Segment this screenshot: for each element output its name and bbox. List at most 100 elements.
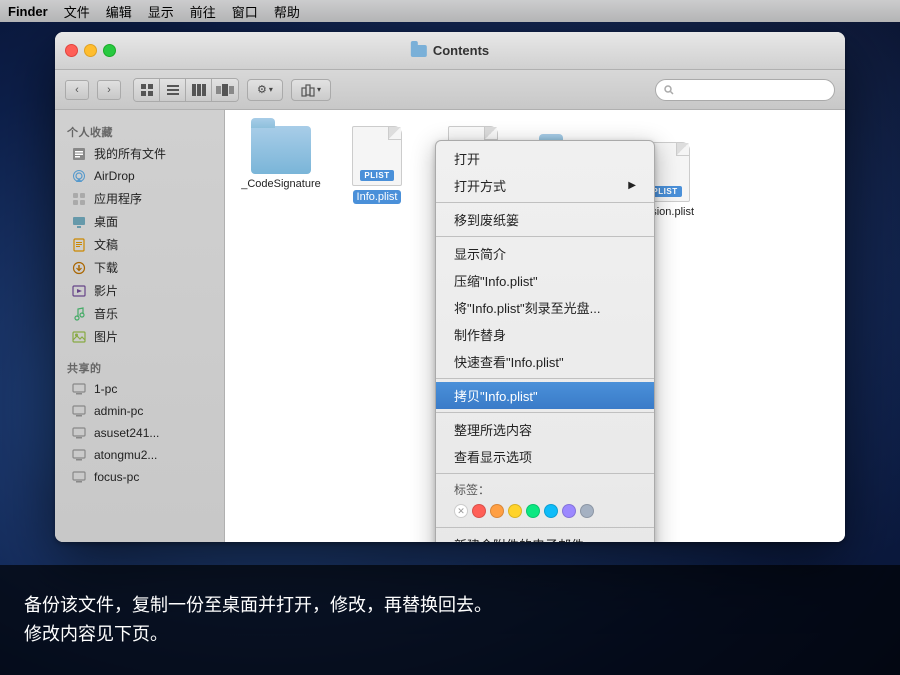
instruction-line1: 备份该文件，复制一份至桌面并打开，修改，再替换回去。	[24, 591, 492, 620]
view-coverflow-button[interactable]	[212, 79, 238, 101]
view-column-button[interactable]	[186, 79, 212, 101]
cm-display-opts[interactable]: 查看显示选项	[436, 443, 654, 470]
color-dot-yellow[interactable]	[508, 504, 522, 518]
menubar-edit[interactable]: 编辑	[106, 2, 132, 21]
menubar-view[interactable]: 显示	[148, 2, 174, 21]
action-arrow-icon: ▾	[269, 85, 273, 94]
sidebar-item-applications[interactable]: 应用程序	[59, 187, 220, 210]
cm-email[interactable]: 新建含附件的电子邮件	[436, 531, 654, 542]
color-dot-orange[interactable]	[490, 504, 504, 518]
downloads-icon	[71, 260, 87, 276]
file-item-code-signature[interactable]: _CodeSignature	[241, 126, 321, 218]
sidebar-label-downloads: 下载	[94, 259, 118, 276]
back-button[interactable]: ‹	[65, 80, 89, 100]
sidebar-item-focuspc[interactable]: focus-pc	[59, 466, 220, 488]
desktop-icon	[71, 214, 87, 230]
view-icon-button[interactable]	[134, 79, 160, 101]
menubar-file[interactable]: 文件	[64, 2, 90, 21]
close-button[interactable]	[65, 44, 78, 57]
color-dot-red[interactable]	[472, 504, 486, 518]
share-button[interactable]: ▾	[291, 79, 331, 101]
search-icon	[664, 85, 674, 95]
content-area: 个人收藏 我的所有文件 AirDrop	[55, 110, 845, 542]
view-controls	[133, 78, 239, 102]
cm-quicklook[interactable]: 快速查看"Info.plist"	[436, 348, 654, 375]
cm-sep-4	[436, 412, 654, 413]
traffic-lights	[65, 44, 116, 57]
sidebar-label-movies: 影片	[94, 282, 118, 299]
context-menu: 打开 打开方式 ▶ 移到废纸篓 显示简介 压缩"Info.plist"	[435, 140, 655, 542]
sidebar-item-pictures[interactable]: 图片	[59, 325, 220, 348]
sidebar-label-all-files: 我的所有文件	[94, 145, 166, 162]
sidebar-label-atongmu: atongmu2...	[94, 448, 157, 462]
cm-color-dots: ✕	[436, 500, 654, 524]
cm-copy[interactable]: 拷贝"Info.plist"	[436, 382, 654, 409]
color-dot-purple[interactable]	[562, 504, 576, 518]
sidebar-item-movies[interactable]: 影片	[59, 279, 220, 302]
airdrop-icon	[71, 168, 87, 184]
sidebar-item-adminpc[interactable]: admin-pc	[59, 400, 220, 422]
menubar-finder[interactable]: Finder	[8, 4, 48, 19]
cm-alias[interactable]: 制作替身	[436, 321, 654, 348]
cm-open-with[interactable]: 打开方式 ▶	[436, 172, 654, 199]
computer-icon-asuset	[71, 425, 87, 441]
sidebar-label-1pc: 1-pc	[94, 382, 117, 396]
sidebar-item-airdrop[interactable]: AirDrop	[59, 165, 220, 187]
sidebar-label-music: 音乐	[94, 305, 118, 322]
cm-trash[interactable]: 移到废纸篓	[436, 206, 654, 233]
color-dot-none[interactable]: ✕	[454, 504, 468, 518]
sidebar-item-all-files[interactable]: 我的所有文件	[59, 142, 220, 165]
cm-info[interactable]: 显示简介	[436, 240, 654, 267]
documents-icon	[71, 237, 87, 253]
menubar-window[interactable]: 窗口	[232, 2, 258, 21]
cm-arrange[interactable]: 整理所选内容	[436, 416, 654, 443]
fullscreen-button[interactable]	[103, 44, 116, 57]
forward-button[interactable]: ›	[97, 80, 121, 100]
menubar-go[interactable]: 前往	[190, 2, 216, 21]
file-item-info-plist[interactable]: PLIST Info.plist	[337, 126, 417, 218]
sidebar-item-downloads[interactable]: 下载	[59, 256, 220, 279]
minimize-button[interactable]	[84, 44, 97, 57]
sidebar-item-asuset[interactable]: asuset241...	[59, 422, 220, 444]
color-dot-blue[interactable]	[544, 504, 558, 518]
sidebar-item-atongmu[interactable]: atongmu2...	[59, 444, 220, 466]
action-button[interactable]: ⚙ ▾	[247, 79, 283, 101]
favorites-section-title: 个人收藏	[55, 118, 224, 142]
shared-section-title: 共享的	[55, 354, 224, 378]
title-bar: Contents	[55, 32, 845, 70]
cm-sep-1	[436, 202, 654, 203]
sidebar-item-desktop[interactable]: 桌面	[59, 210, 220, 233]
computer-icon-atongmu	[71, 447, 87, 463]
sidebar-item-documents[interactable]: 文稿	[59, 233, 220, 256]
cm-sep-2	[436, 236, 654, 237]
cm-open[interactable]: 打开	[436, 145, 654, 172]
cm-sep-5	[436, 473, 654, 474]
music-icon	[71, 306, 87, 322]
sidebar-label-focuspc: focus-pc	[94, 470, 139, 484]
sidebar: 个人收藏 我的所有文件 AirDrop	[55, 110, 225, 542]
sidebar-label-desktop: 桌面	[94, 213, 118, 230]
cm-burn[interactable]: 将"Info.plist"刻录至光盘...	[436, 294, 654, 321]
search-box[interactable]	[655, 79, 835, 101]
sidebar-item-1pc[interactable]: 1-pc	[59, 378, 220, 400]
menubar-help[interactable]: 帮助	[274, 2, 300, 21]
file-label-info-plist: Info.plist	[353, 190, 402, 204]
cm-sep-6	[436, 527, 654, 528]
file-area: _CodeSignature PLIST Info.plist PkgInfo	[225, 110, 845, 542]
file-label-code-signature: _CodeSignature	[241, 178, 321, 190]
view-list-button[interactable]	[160, 79, 186, 101]
cm-tags-label: 标签：	[436, 477, 654, 500]
open-with-arrow-icon: ▶	[628, 180, 636, 191]
sidebar-item-music[interactable]: 音乐	[59, 302, 220, 325]
color-dot-green[interactable]	[526, 504, 540, 518]
applications-icon	[71, 191, 87, 207]
all-files-icon	[71, 146, 87, 162]
share-icon	[301, 83, 315, 97]
cm-compress[interactable]: 压缩"Info.plist"	[436, 267, 654, 294]
computer-icon-1pc	[71, 381, 87, 397]
share-arrow-icon: ▾	[317, 85, 321, 94]
instruction-text: 备份该文件，复制一份至桌面并打开，修改，再替换回去。 修改内容见下页。	[24, 591, 492, 649]
plist-icon-info: PLIST	[352, 126, 402, 186]
color-dot-gray[interactable]	[580, 504, 594, 518]
finder-window: Contents ‹ › ⚙ ▾	[55, 32, 845, 542]
